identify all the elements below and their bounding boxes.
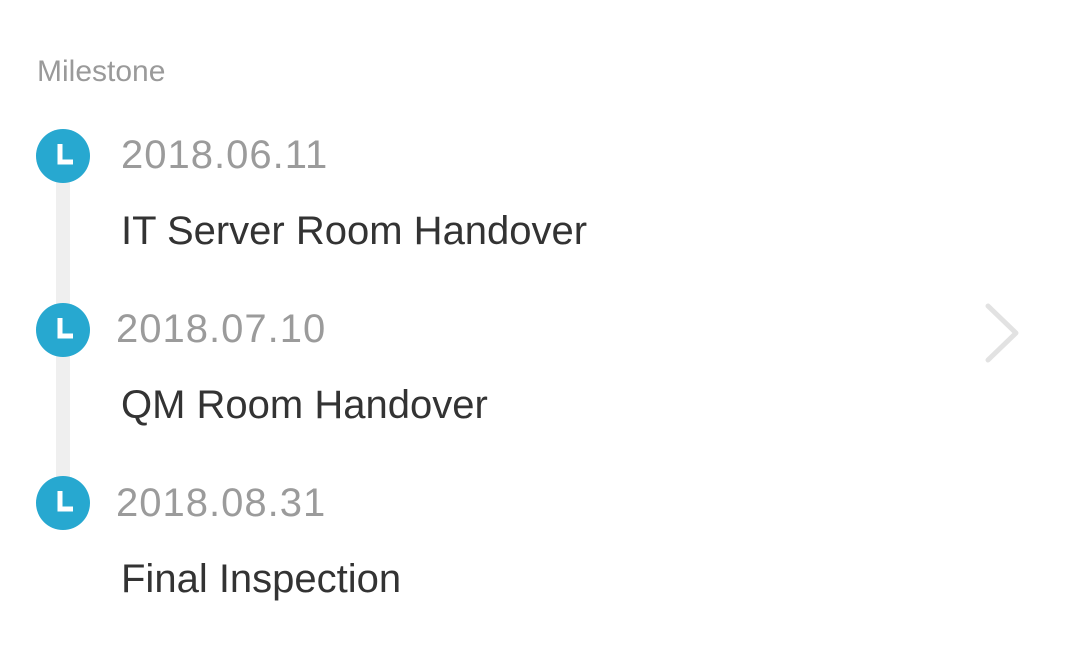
milestone-date: 2018.07.10: [116, 307, 327, 351]
milestone-date: 2018.06.11: [121, 133, 329, 177]
milestone-card[interactable]: Milestone 2018.06.11 IT Server Room Hand…: [0, 0, 1065, 663]
clock-icon: [36, 129, 90, 183]
milestone-name: QM Room Handover: [121, 383, 488, 427]
clock-icon: [36, 303, 90, 357]
milestone-date: 2018.08.31: [116, 481, 327, 525]
clock-icon: [36, 476, 90, 530]
section-title: Milestone: [37, 55, 166, 88]
milestone-name: IT Server Room Handover: [121, 209, 588, 253]
chevron-right-icon[interactable]: [982, 302, 1022, 364]
milestone-name: Final Inspection: [121, 557, 402, 601]
